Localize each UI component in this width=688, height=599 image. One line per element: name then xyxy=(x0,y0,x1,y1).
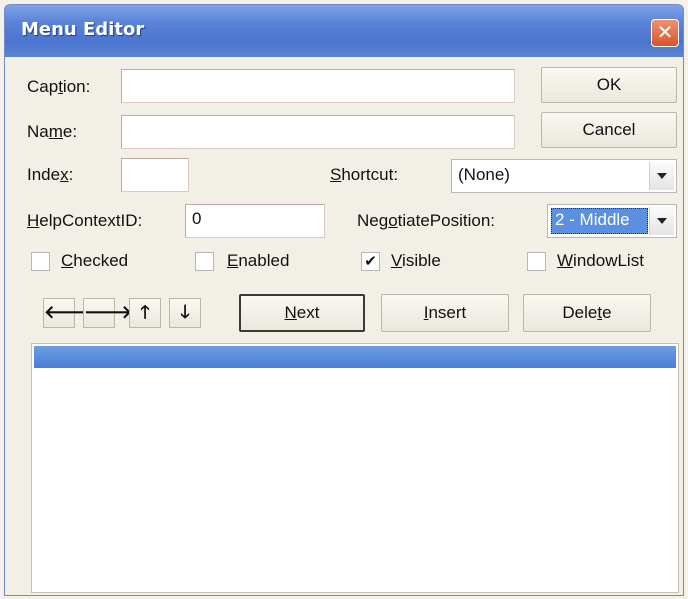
windowlist-label: WindowList xyxy=(557,251,644,270)
windowlist-checkbox[interactable] xyxy=(527,252,546,271)
negotiate-selected: 2 - Middle xyxy=(551,208,648,234)
ok-button[interactable]: OK xyxy=(541,67,677,103)
visible-label: Visible xyxy=(391,251,441,270)
arrow-right-icon: 🡒 xyxy=(84,302,133,323)
negotiate-value: 2 - Middle xyxy=(555,210,630,229)
index-label: Index: xyxy=(27,165,74,184)
helpcontext-label: HelpContextID: xyxy=(27,211,143,230)
shortcut-value: (None) xyxy=(458,165,510,184)
caption-label: Caption: xyxy=(27,77,91,96)
arrow-left-button[interactable]: 🡐 xyxy=(43,298,92,328)
chevron-down-icon[interactable] xyxy=(649,207,674,235)
close-icon[interactable]: ✕ xyxy=(651,19,679,47)
window-title: Menu Editor xyxy=(21,19,145,40)
shortcut-select[interactable]: (None) xyxy=(451,159,677,193)
arrow-down-icon: 🡓 xyxy=(180,302,190,323)
checked-label: Checked xyxy=(61,251,129,270)
arrow-up-icon: 🡑 xyxy=(140,302,150,323)
title-bar[interactable]: Menu Editor ✕ xyxy=(5,5,683,57)
next-button[interactable]: Next xyxy=(239,294,365,332)
selected-list-row[interactable] xyxy=(34,346,676,368)
name-label: Name: xyxy=(27,122,78,141)
index-input[interactable] xyxy=(121,158,189,192)
menu-editor-window: Menu Editor ✕ Caption: OK Name: Cancel I… xyxy=(4,4,684,596)
negotiate-select[interactable]: 2 - Middle xyxy=(547,204,677,238)
helpcontext-input[interactable]: 0 xyxy=(185,204,325,238)
enabled-label: Enabled xyxy=(227,251,290,270)
enabled-checkbox[interactable] xyxy=(195,252,214,271)
checked-checkbox[interactable] xyxy=(31,252,50,271)
menu-items-list[interactable] xyxy=(31,343,679,593)
cancel-button[interactable]: Cancel xyxy=(541,112,677,148)
arrow-up-button[interactable]: 🡑 xyxy=(129,298,161,328)
insert-button[interactable]: Insert xyxy=(381,294,509,332)
name-input[interactable] xyxy=(121,115,515,149)
arrow-down-button[interactable]: 🡓 xyxy=(169,298,201,328)
visible-checkbox[interactable]: ✔ xyxy=(361,252,380,271)
shortcut-label: Shortcut: xyxy=(330,165,399,184)
delete-button[interactable]: Delete xyxy=(523,294,651,332)
checkmark-icon: ✔ xyxy=(364,252,377,270)
negotiate-label: NegotiatePosition: xyxy=(357,211,495,230)
caption-input[interactable] xyxy=(121,69,515,103)
arrow-right-button[interactable]: 🡒 xyxy=(83,298,132,328)
chevron-down-icon[interactable] xyxy=(649,162,674,190)
